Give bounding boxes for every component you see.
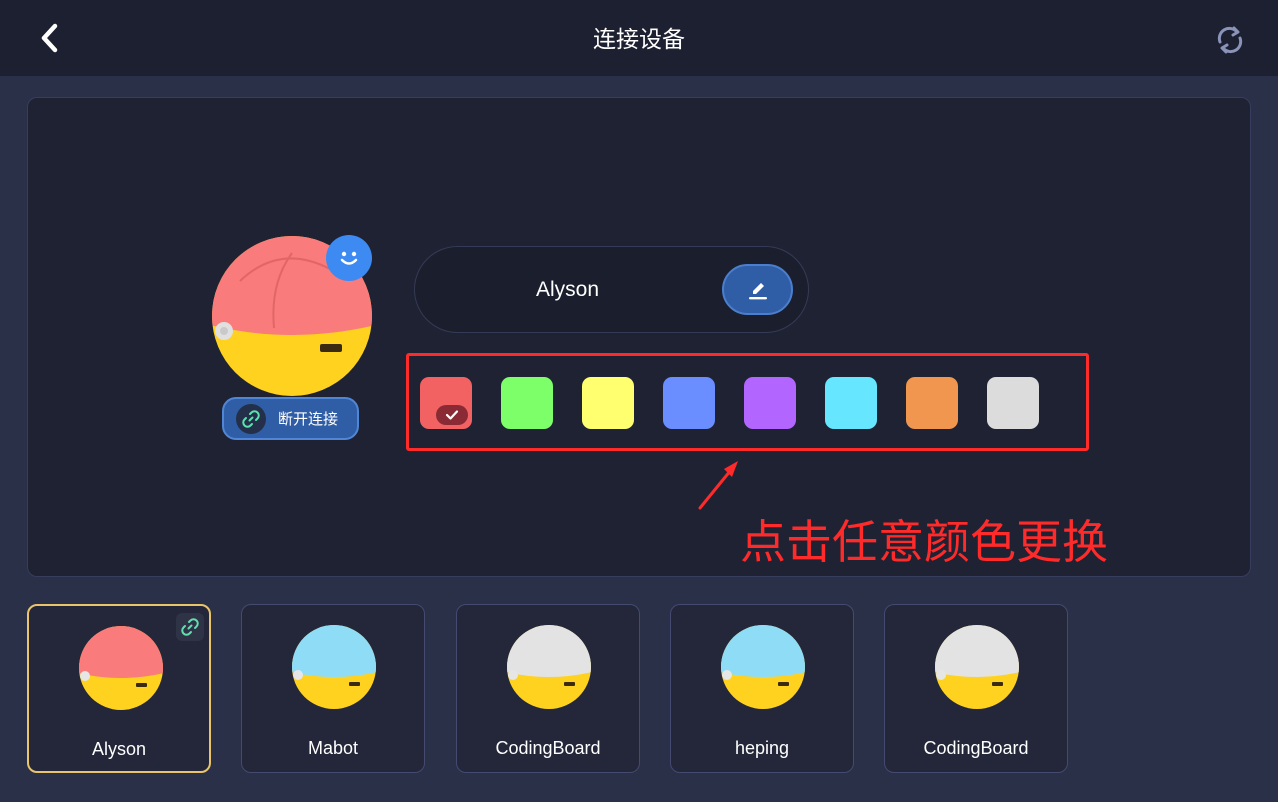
robot-thumbnail-image xyxy=(507,625,591,709)
refresh-button[interactable] xyxy=(1210,20,1250,60)
color-swatch-green[interactable] xyxy=(501,377,553,429)
device-card-label: CodingBoard xyxy=(495,738,601,758)
checkmark-icon xyxy=(436,405,468,425)
device-name-field: Alyson xyxy=(414,246,809,333)
device-card-label: Mabot xyxy=(307,738,359,758)
color-swatch-gray[interactable] xyxy=(987,377,1039,429)
device-card-label: CodingBoard xyxy=(923,738,1029,758)
color-swatch-orange[interactable] xyxy=(906,377,958,429)
device-card[interactable]: Mabot xyxy=(241,604,425,773)
back-button[interactable] xyxy=(32,20,68,56)
robot-thumbnail-image xyxy=(935,625,1019,709)
link-icon xyxy=(236,403,266,434)
annotation-text: 点击任意颜色更换 xyxy=(740,516,1108,568)
robot-thumbnail-image xyxy=(721,625,805,709)
edit-name-button[interactable] xyxy=(722,264,793,315)
color-swatch-yellow[interactable] xyxy=(582,377,634,429)
device-card[interactable]: heping xyxy=(670,604,854,773)
robot-thumbnail-image xyxy=(292,625,376,709)
device-card-label: Alyson xyxy=(91,739,147,759)
device-card[interactable]: CodingBoard xyxy=(884,604,1068,773)
page-title: 连接设备 xyxy=(593,26,685,52)
annotation-arrow-icon xyxy=(698,461,738,510)
device-card[interactable]: CodingBoard xyxy=(456,604,640,773)
robot-thumbnail-image xyxy=(79,626,163,710)
top-bar: 连接设备 xyxy=(0,0,1278,76)
color-swatch-purple[interactable] xyxy=(744,377,796,429)
color-swatch-cyan[interactable] xyxy=(825,377,877,429)
device-card-label: heping xyxy=(734,738,790,758)
pencil-icon xyxy=(748,282,767,299)
disconnect-button[interactable]: 断开连接 xyxy=(222,397,359,440)
color-swatch-red[interactable] xyxy=(420,377,472,429)
device-name: Alyson xyxy=(535,278,600,301)
smile-icon xyxy=(326,235,372,281)
refresh-icon xyxy=(1217,26,1243,54)
disconnect-label: 断开连接 xyxy=(278,411,339,428)
chevron-left-icon xyxy=(41,23,58,53)
color-swatch-blue[interactable] xyxy=(663,377,715,429)
link-icon xyxy=(176,613,204,641)
device-card[interactable]: Alyson xyxy=(27,604,211,773)
